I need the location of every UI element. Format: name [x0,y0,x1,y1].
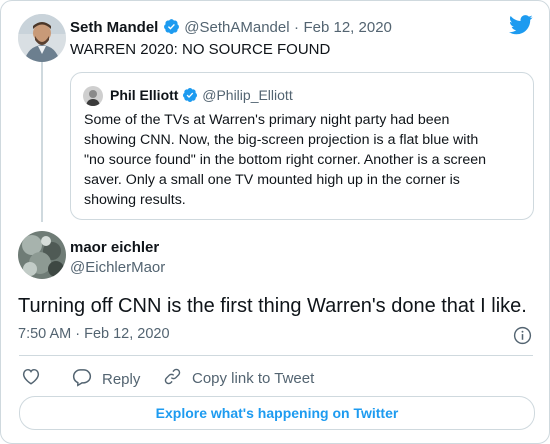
reply-bubble-icon [72,367,102,391]
tweet-embed-card: Seth Mandel @SethAMandel · Feb 12, 2020 … [0,0,550,444]
reply-author-name[interactable]: maor eichler [70,239,159,256]
quoted-author-avatar [83,86,103,106]
quoted-line: showing CNN. Now, the big-screen project… [84,132,479,148]
author-handle[interactable]: @SethAMandel [184,19,289,36]
verified-badge-icon [163,18,180,35]
quoted-line: "no source found" in the bottom right co… [84,152,487,168]
reply-text: Turning off CNN is the first thing Warre… [18,295,527,317]
verified-badge-icon [182,87,198,103]
twitter-bird-icon[interactable] [509,15,533,40]
thread-connector-line [41,62,43,222]
author-name[interactable]: Seth Mandel [70,19,158,36]
author-avatar[interactable] [18,14,66,62]
copy-link-label: Copy link to Tweet [192,370,315,387]
copy-link-button[interactable]: Copy link to Tweet [163,367,314,390]
reply-author-handle[interactable]: @EichlerMaor [70,259,165,276]
reply-author-avatar[interactable] [18,231,66,279]
quoted-tweet-text: Some of the TVs at Warren's primary nigh… [84,110,529,210]
quoted-line: saver. Only a small one TV mounted high … [84,172,460,188]
reply-button[interactable]: Reply [72,367,140,391]
reply-timestamp[interactable]: 7:50 AM · Feb 12, 2020 [18,326,170,342]
divider [19,355,533,356]
info-icon[interactable] [513,326,532,350]
quoted-tweet[interactable]: Phil Elliott @Philip_Elliott Some of the… [70,72,534,220]
tweet-header: Seth Mandel @SethAMandel · Feb 12, 2020 [70,18,392,37]
quoted-header: Phil Elliott @Philip_Elliott [110,87,293,103]
link-icon [163,367,192,390]
tweet-date[interactable]: Feb 12, 2020 [303,19,391,36]
heart-icon [21,367,51,389]
quoted-line: Some of the TVs at Warren's primary nigh… [84,112,450,128]
separator-dot: · [294,19,300,36]
tweet-text: WARREN 2020: NO SOURCE FOUND [70,41,331,58]
explore-twitter-button[interactable]: Explore what's happening on Twitter [19,396,535,430]
quoted-author-name: Phil Elliott [110,87,179,103]
quoted-author-handle: @Philip_Elliott [202,87,293,103]
like-button[interactable] [21,367,51,389]
quoted-line: showing results. [84,192,186,208]
reply-label: Reply [102,370,141,388]
